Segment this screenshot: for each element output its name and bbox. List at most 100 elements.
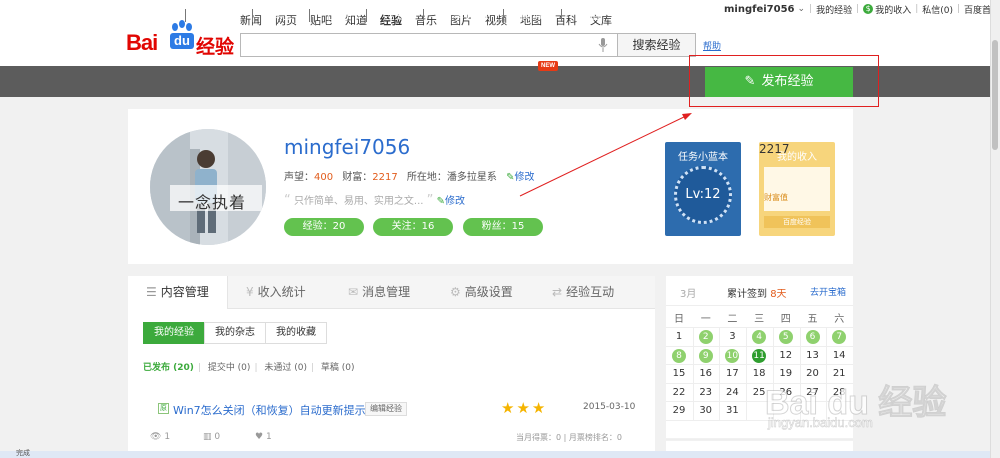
views-metric: 👁 1 (150, 432, 171, 442)
tab-music[interactable]: 音乐 (415, 12, 437, 28)
calendar-day[interactable]: 22 (666, 384, 692, 402)
monthly-rank: 当月得票：0 | 月票榜排名：0 (516, 433, 622, 442)
chevron-down-icon[interactable]: ⌄ (798, 4, 806, 14)
highlight-box (689, 55, 879, 107)
calendar-day[interactable]: 11 (746, 347, 772, 365)
profile-stats: 声望：400 财富：2217 所在地：潘多拉星系 ✎修改 (284, 172, 535, 183)
gear-icon: ⚙ (450, 285, 461, 299)
location-value: 潘多拉星系 (446, 172, 497, 183)
filter-published[interactable]: 已发布 (20) (143, 363, 194, 373)
calendar-month: 3月 (680, 289, 697, 300)
my-income-link[interactable]: 我的收入 (875, 3, 911, 16)
watermark-url: jingyan.baidu.com (768, 415, 873, 431)
subtab-my-magazine[interactable]: 我的杂志 (204, 322, 266, 344)
username-link[interactable]: mingfei7056 (724, 4, 795, 15)
calendar-day[interactable]: 7 (826, 328, 852, 346)
logo-jingyan: 经验 (196, 36, 235, 58)
yen-icon: ¥ (246, 285, 254, 299)
calendar-day[interactable]: 12 (773, 347, 799, 365)
edit-experience-button[interactable]: 编辑经验 (365, 402, 407, 416)
calendar-day[interactable]: 17 (719, 365, 745, 383)
tab-advanced-settings[interactable]: ⚙ 高级设置 (450, 276, 513, 309)
calendar-day[interactable]: 5 (773, 328, 799, 346)
calendar-day[interactable]: 6 (800, 328, 826, 346)
tab-message-management[interactable]: ✉ 消息管理 (348, 276, 410, 309)
dollar-icon: $ (863, 4, 874, 14)
scrollbar-thumb[interactable] (992, 40, 998, 150)
calendar-day[interactable]: 8 (666, 347, 692, 365)
calendar-day[interactable]: 9 (693, 347, 719, 365)
calendar-day[interactable]: 2 (693, 328, 719, 346)
nav-share-plan[interactable]: 回享计划 (440, 0, 488, 31)
calendar-day[interactable]: 16 (693, 365, 719, 383)
search-input[interactable] (240, 33, 618, 57)
filter-draft[interactable]: 草稿 (0) (321, 363, 355, 373)
calendar-day[interactable]: 29 (666, 402, 692, 420)
open-treasure-link[interactable]: 去开宝箱 (810, 285, 846, 298)
nav-zhidao[interactable]: 知道 (577, 0, 601, 31)
subtab-my-experience[interactable]: 我的经验 (143, 322, 205, 344)
filter-submitting[interactable]: 提交中 (0) (208, 363, 251, 373)
calendar-day[interactable]: 13 (800, 347, 826, 365)
nav-mall[interactable]: 商城 (520, 0, 544, 31)
profile-username[interactable]: mingfei7056 (284, 135, 410, 159)
status-bar: 完成 (0, 449, 990, 458)
fans-count-pill[interactable]: 粉丝：15 (463, 218, 543, 236)
subtab-my-favorites[interactable]: 我的收藏 (265, 322, 327, 344)
calendar-weekday: 六 (834, 314, 845, 325)
tab-income-stats[interactable]: ¥ 收入统计 (246, 276, 306, 309)
checked-in-day: 8 (672, 348, 686, 363)
product-tabs: 新闻 网页 贴吧 知道 经验 音乐 图片 视频 地图 百科 文库 (240, 12, 625, 28)
filter-rejected[interactable]: 未通过 (0) (264, 363, 307, 373)
hearts-metric: ♥ 1 (255, 432, 272, 442)
status-filters: 已发布 (20) | 提交中 (0) | 未通过 (0) | 草稿 (0) (143, 363, 355, 373)
my-experience-link[interactable]: 我的经验 (816, 3, 852, 16)
nav-home[interactable]: 首页 (145, 0, 169, 31)
user-bar: mingfei7056 ⌄ | 我的经验 | $ 我的收入 | 私信(0) | … (724, 3, 1000, 16)
publish-date: 2015-03-10 (583, 402, 636, 412)
calendar-weekday: 二 (727, 314, 738, 325)
experience-title-link[interactable]: Win7怎么关闭（和恢复）自动更新提示 (173, 402, 366, 418)
nav-category[interactable]: 分类 ⌄ (202, 0, 237, 31)
nav-checkin[interactable]: 签到 (383, 0, 407, 31)
eye-icon: 👁 (150, 432, 162, 442)
edit-signature-link[interactable]: ✎修改 (437, 196, 465, 207)
nav-tasks[interactable]: 任务 (326, 0, 350, 31)
rating-stars: ★★★ (501, 399, 547, 417)
new-badge: NEW (538, 61, 558, 71)
avatar[interactable]: 一念执着 (150, 129, 266, 245)
calendar-day[interactable]: 31 (719, 402, 745, 420)
calendar-day[interactable]: 4 (746, 328, 772, 346)
calendar-day[interactable]: 15 (666, 365, 692, 383)
nav-magazine[interactable]: 杂志 (268, 0, 292, 31)
edit-location-link[interactable]: ✎修改 (506, 172, 534, 183)
checked-in-day: 4 (752, 330, 767, 344)
chevron-down-icon: ⌄ (230, 12, 237, 21)
calendar-day[interactable]: 14 (826, 347, 852, 365)
star-icon: ★ (531, 399, 548, 417)
calendar-day[interactable]: 23 (693, 384, 719, 402)
tab-experience-interaction[interactable]: ⇄ 经验互动 (552, 276, 614, 309)
task-book-badge[interactable]: 任务小蓝本 Lv:12 (665, 142, 741, 236)
messages-link[interactable]: 私信(0) (922, 3, 953, 16)
tab-news[interactable]: 新闻 (240, 12, 262, 28)
search-button[interactable]: 搜索经验 (618, 33, 696, 57)
calendar-day[interactable]: 24 (719, 384, 745, 402)
bar-icon: ▥ (203, 432, 212, 442)
checked-in-day: 2 (698, 330, 713, 344)
experience-count-pill[interactable]: 经验：20 (284, 218, 364, 236)
avatar-caption: 一念执着 (178, 193, 247, 212)
calendar-weekday: 一 (700, 314, 711, 325)
tab-content-management[interactable]: ☰ 内容管理 (128, 276, 228, 309)
following-count-pill[interactable]: 关注：16 (373, 218, 453, 236)
calendar-day[interactable]: 1 (666, 328, 692, 346)
tab-baike[interactable]: 百科 (555, 12, 577, 28)
calendar-day[interactable]: 10 (719, 347, 745, 365)
help-link[interactable]: 帮助 (703, 39, 721, 52)
income-badge[interactable]: 我的收入 财富值 百度经验 (759, 142, 835, 236)
calendar-weekday: 三 (754, 314, 765, 325)
microphone-icon[interactable] (598, 38, 608, 52)
calendar-day[interactable]: 3 (719, 328, 745, 346)
calendar-day[interactable]: 30 (693, 402, 719, 420)
pencil-icon: ✎ (506, 172, 515, 183)
